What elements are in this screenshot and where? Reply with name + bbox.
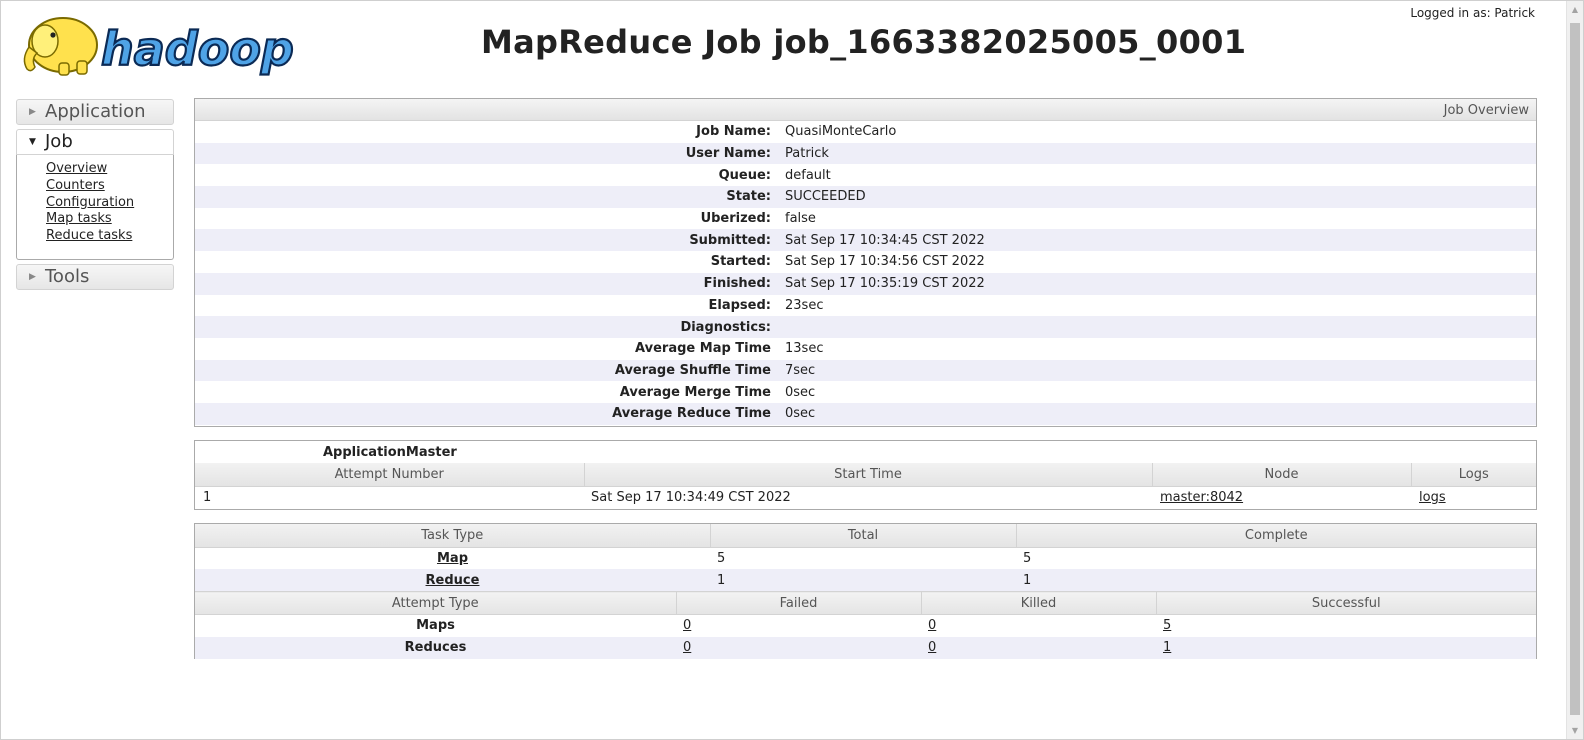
reduce-complete: 1 <box>1023 572 1032 588</box>
job-overview-panel: Job Overview Job Name: QuasiMonteCarlo Us… <box>194 98 1537 427</box>
map-total: 5 <box>717 550 726 566</box>
tasks-panel: Task Type Total Complete Map 5 5 Reduce … <box>194 523 1537 659</box>
table-row: Average Reduce Time 0sec <box>195 402 1536 425</box>
node-link[interactable]: master:8042 <box>1160 490 1243 505</box>
table-row: Average Map Time 13sec <box>635 341 824 357</box>
column-header-task-type: Task Type <box>195 524 711 548</box>
map-complete: 5 <box>1023 550 1032 566</box>
logged-in-label: Logged in as: Patrick <box>1410 6 1535 20</box>
nav-link-overview[interactable]: Overview <box>46 161 173 178</box>
attempt-type-table: Attempt Type Failed Killed Successful Ma… <box>195 591 1536 659</box>
column-header-start-time[interactable]: Start Time <box>583 463 1153 487</box>
table-row: State: SUCCEEDED <box>195 186 1536 208</box>
column-header-killed: Killed <box>920 591 1157 615</box>
table-row: Maps 0 0 5 <box>195 615 1536 637</box>
reduces-killed-link[interactable]: 0 <box>928 640 936 655</box>
start-time: Sat Sep 17 10:34:49 CST 2022 <box>591 489 791 505</box>
column-header-logs[interactable]: Logs <box>1410 463 1536 487</box>
page-title: MapReduce Job job_1663382025005_0001 <box>481 23 1247 61</box>
table-row: Map 5 5 <box>195 547 1536 569</box>
column-header-attempt-number[interactable]: Attempt Number <box>195 463 585 487</box>
table-row: Average Merge Time 0sec <box>619 384 816 400</box>
task-type-reduce-link[interactable]: Reduce <box>426 573 480 588</box>
table-row: Job Name: QuasiMonteCarlo <box>696 124 897 140</box>
nav-link-reduce-tasks[interactable]: Reduce tasks <box>46 228 173 245</box>
elephant-icon <box>23 17 98 76</box>
hadoop-wordmark: hadoop <box>101 22 294 76</box>
column-header-total: Total <box>709 524 1017 548</box>
table-row: Reduces 0 0 1 <box>195 636 1536 659</box>
table-row: Average Shuffle Time 7sec <box>195 359 1536 382</box>
column-header-complete: Complete <box>1015 524 1536 548</box>
column-header-failed: Failed <box>675 591 922 615</box>
hadoop-logo[interactable]: hadoop <box>19 7 319 79</box>
triangle-down-icon: ▼ <box>29 137 36 147</box>
scroll-down-icon[interactable]: ▼ <box>1567 722 1583 739</box>
attempt-type-maps: Maps <box>416 618 455 634</box>
attempt-type-reduces: Reduces <box>404 640 467 655</box>
job-overview-heading: Job Overview <box>195 99 1536 121</box>
nav-section-tools[interactable]: ▶ Tools <box>16 264 174 290</box>
task-type-map-link[interactable]: Map <box>437 551 468 566</box>
attempt-number: 1 <box>203 489 212 505</box>
task-type-table: Task Type Total Complete Map 5 5 Reduce … <box>195 524 1536 591</box>
table-row: User Name: Patrick <box>195 142 1536 165</box>
nav-link-counters[interactable]: Counters <box>46 178 173 195</box>
table-row: Diagnostics: <box>195 316 1536 338</box>
logs-link[interactable]: logs <box>1419 490 1446 505</box>
table-row: Finished: Sat Sep 17 10:35:19 CST 2022 <box>195 272 1536 295</box>
maps-killed-link[interactable]: 0 <box>928 618 936 633</box>
application-master-table: Attempt Number Start Time Node Logs 1 Sa… <box>195 463 1536 508</box>
vertical-scrollbar[interactable]: ▲ ▼ <box>1566 1 1583 739</box>
triangle-right-icon: ▶ <box>29 107 36 117</box>
nav-section-application[interactable]: ▶ Application <box>16 99 174 125</box>
reduces-failed-link[interactable]: 0 <box>683 640 691 655</box>
application-master-title: ApplicationMaster <box>323 445 457 460</box>
table-row: Submitted: Sat Sep 17 10:34:45 CST 2022 <box>195 229 1536 252</box>
scroll-thumb[interactable] <box>1570 23 1580 715</box>
maps-successful-link[interactable]: 5 <box>1163 618 1171 633</box>
table-row: Reduce 1 1 <box>195 569 1536 591</box>
maps-failed-link[interactable]: 0 <box>683 618 691 633</box>
reduces-successful-link[interactable]: 1 <box>1163 640 1171 655</box>
job-links: Overview Counters Configuration Map task… <box>16 155 174 260</box>
column-header-node[interactable]: Node <box>1151 463 1412 487</box>
application-master-panel: ApplicationMaster Attempt Number Start T… <box>194 440 1537 510</box>
table-row: Elapsed: 23sec <box>708 297 824 313</box>
table-row: Uberized: false <box>700 211 816 227</box>
table-row: Started: Sat Sep 17 10:34:56 CST 2022 <box>710 254 985 270</box>
nav-link-configuration[interactable]: Configuration <box>46 195 173 212</box>
sidebar-nav: ▶ Application ▼ Job Overview Counters Conf… <box>16 99 174 290</box>
nav-section-job[interactable]: ▼ Job <box>16 129 174 155</box>
column-header-successful: Successful <box>1155 591 1536 615</box>
table-row: Queue: default <box>718 167 831 183</box>
job-overview-table: Job Name: QuasiMonteCarlo User Name: Patri… <box>195 121 1536 425</box>
nav-link-map-tasks[interactable]: Map tasks <box>46 211 173 228</box>
reduce-total: 1 <box>717 572 726 588</box>
scroll-up-icon[interactable]: ▲ <box>1567 1 1583 18</box>
triangle-right-icon: ▶ <box>29 272 36 282</box>
table-row: 1 Sat Sep 17 10:34:49 CST 2022 master:80… <box>195 486 1536 508</box>
column-header-attempt-type: Attempt Type <box>195 591 677 615</box>
